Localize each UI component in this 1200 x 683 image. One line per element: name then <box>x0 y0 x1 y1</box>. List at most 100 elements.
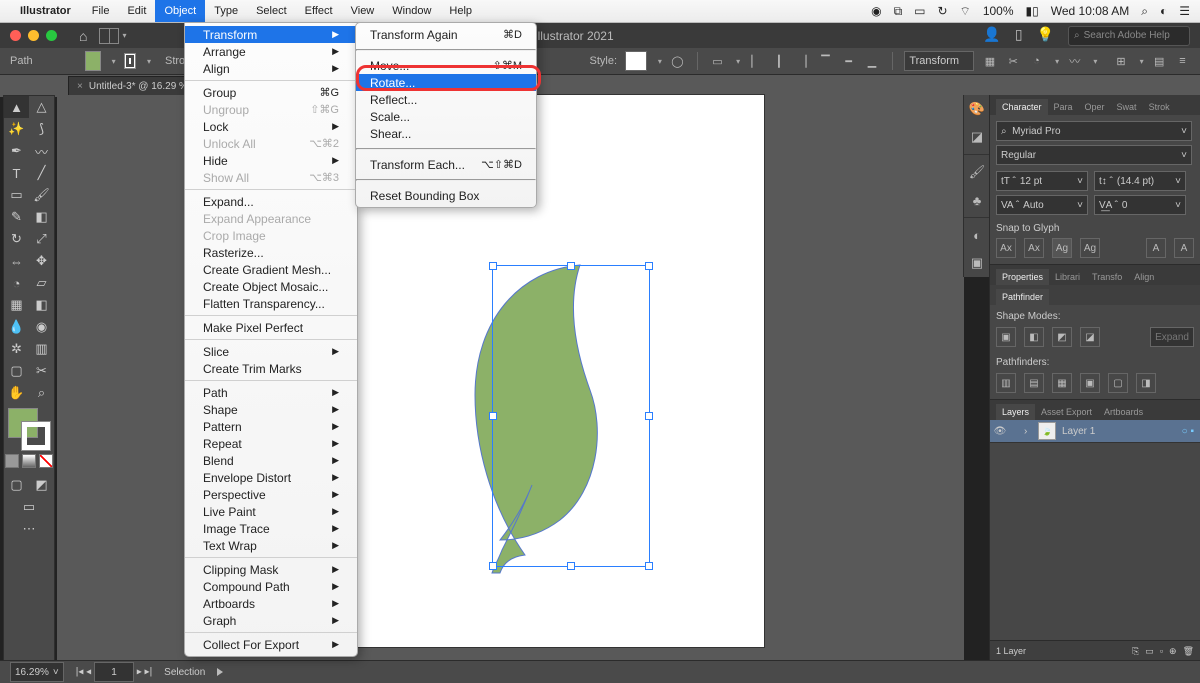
menu-effect[interactable]: Effect <box>296 0 342 22</box>
align-t-icon[interactable]: ▔ <box>818 51 833 71</box>
tab-character[interactable]: Character <box>996 99 1048 115</box>
color-mode-normal[interactable] <box>5 454 19 468</box>
tab-stroke[interactable]: Strok <box>1143 99 1176 115</box>
clock-label[interactable]: Wed 10:08 AM <box>1051 4 1130 18</box>
object-menu-item[interactable]: Shape▶ <box>185 401 357 418</box>
battery-icon[interactable]: ▮▯ <box>1026 4 1039 18</box>
width-tool[interactable]: ⇔ <box>4 250 29 272</box>
control-center-icon[interactable]: ☰ <box>1179 4 1190 18</box>
status-info[interactable]: Selection <box>164 667 205 678</box>
object-menu-item[interactable]: Transform▶ <box>185 26 357 43</box>
recolor-icon[interactable]: ◔ <box>1029 51 1044 71</box>
object-menu-item[interactable]: Blend▶ <box>185 452 357 469</box>
align-c-icon[interactable]: ┃ <box>771 51 786 71</box>
workspace-layout-button[interactable] <box>99 28 119 44</box>
clipping-mask-icon[interactable]: ▭ <box>1145 646 1154 657</box>
object-menu-item[interactable]: Compound Path▶ <box>185 578 357 595</box>
leading-input[interactable]: t↕ ˆ (14.4 pt)˅ <box>1094 171 1186 191</box>
stroke-color[interactable] <box>22 422 50 450</box>
object-menu-item[interactable]: Graph▶ <box>185 612 357 629</box>
crop-icon[interactable]: ✂ <box>1006 51 1021 71</box>
opacity-button[interactable]: ◯ <box>670 51 685 71</box>
appearance-icon[interactable]: ◐ <box>964 221 990 249</box>
intersect-button[interactable]: ◩ <box>1052 327 1072 347</box>
graph-tool[interactable]: ▥ <box>29 338 54 360</box>
magic-wand-tool[interactable]: ✨ <box>4 118 29 140</box>
transform-submenu-item[interactable]: Rotate... <box>356 74 536 91</box>
expand-layer-icon[interactable]: › <box>1024 426 1038 437</box>
handle-tm[interactable] <box>567 262 575 270</box>
dropbox-icon[interactable]: ⧉ <box>894 4 903 19</box>
layer-row[interactable]: 👁 › 🍃 Layer 1 ○ ▪ <box>990 420 1200 443</box>
draw-normal[interactable]: ▢ <box>4 474 29 496</box>
object-menu-item[interactable]: Text Wrap▶ <box>185 537 357 554</box>
tab-pathfinder[interactable]: Pathfinder <box>996 289 1049 305</box>
object-menu-item[interactable]: Image Trace▶ <box>185 520 357 537</box>
minimize-window-button[interactable] <box>28 30 39 41</box>
object-menu-item[interactable]: Arrange▶ <box>185 43 357 60</box>
close-tab-icon[interactable]: × <box>77 81 83 92</box>
tab-libraries[interactable]: Librari <box>1049 269 1086 285</box>
kerning-input[interactable]: VA ˆ Auto˅ <box>996 195 1088 215</box>
screen-mode[interactable]: ▭ <box>4 496 54 518</box>
close-window-button[interactable] <box>10 30 21 41</box>
object-menu-item[interactable]: Crop Image <box>185 227 357 244</box>
menu-help[interactable]: Help <box>440 0 481 22</box>
lasso-tool[interactable]: ⟆ <box>29 118 54 140</box>
selection-bounding-box[interactable] <box>492 265 650 567</box>
creative-cloud-icon[interactable]: ◉ <box>871 4 881 18</box>
trim-button[interactable]: ▤ <box>1024 373 1044 393</box>
transform-submenu-item[interactable]: Reset Bounding Box <box>356 187 536 204</box>
wifi-icon[interactable]: ⌔ <box>960 4 971 19</box>
artboard-tool[interactable]: ▢ <box>4 360 29 382</box>
glyph-btn-4[interactable]: Ag <box>1080 238 1100 258</box>
artboard-nav[interactable]: |◂ ◂ 1 ▸ ▸| <box>76 662 152 682</box>
font-size-input[interactable]: tT ˆ 12 pt˅ <box>996 171 1088 191</box>
object-menu-item[interactable]: Pattern▶ <box>185 418 357 435</box>
object-menu-item[interactable]: Expand Appearance <box>185 210 357 227</box>
paintbrush-tool[interactable]: 🖌 <box>29 184 54 206</box>
selection-tool[interactable]: ▲ <box>4 96 29 118</box>
glyph-btn-3[interactable]: Ag <box>1052 238 1072 258</box>
object-menu-item[interactable]: Hide▶ <box>185 152 357 169</box>
color-guide-icon[interactable]: ◪ <box>964 123 990 151</box>
layer-name[interactable]: Layer 1 <box>1062 426 1095 437</box>
perspective-tool[interactable]: ▱ <box>29 272 54 294</box>
object-menu-item[interactable]: Align▶ <box>185 60 357 77</box>
tab-layers[interactable]: Layers <box>996 404 1035 420</box>
font-style-input[interactable]: Regular˅ <box>996 145 1192 165</box>
object-menu-item[interactable]: Unlock All⌥⌘2 <box>185 135 357 152</box>
handle-tr[interactable] <box>645 262 653 270</box>
graphic-styles-icon[interactable]: ▣ <box>964 249 990 277</box>
object-menu-item[interactable]: Path▶ <box>185 384 357 401</box>
siri-icon[interactable]: ◐ <box>1160 4 1167 18</box>
delete-layer-icon[interactable]: 🗑 <box>1183 646 1194 657</box>
object-menu-item[interactable]: Ungroup⇧⌘G <box>185 101 357 118</box>
blend-tool[interactable]: ◉ <box>29 316 54 338</box>
app-name[interactable]: Illustrator <box>20 5 71 17</box>
locate-object-icon[interactable]: ⎘ <box>1132 646 1139 657</box>
object-menu-item[interactable]: Repeat▶ <box>185 435 357 452</box>
tab-align[interactable]: Align <box>1128 269 1160 285</box>
tab-artboards[interactable]: Artboards <box>1098 404 1149 420</box>
align-b-icon[interactable]: ▁ <box>864 51 879 71</box>
help-search-input[interactable]: ⌕ Search Adobe Help <box>1068 26 1190 46</box>
fill-stroke-control[interactable] <box>8 408 50 450</box>
menu-window[interactable]: Window <box>383 0 440 22</box>
layer-thumbnail[interactable]: 🍃 <box>1038 422 1056 440</box>
font-family-input[interactable]: ⌕ Myriad Pro˅ <box>996 121 1192 141</box>
object-menu-item[interactable]: Perspective▶ <box>185 486 357 503</box>
object-menu-item[interactable]: Slice▶ <box>185 343 357 360</box>
pixel-preview-icon[interactable]: ▤ <box>1152 51 1167 71</box>
handle-mr[interactable] <box>645 412 653 420</box>
menu-edit[interactable]: Edit <box>118 0 155 22</box>
tab-swatches[interactable]: Swat <box>1111 99 1143 115</box>
object-menu-item[interactable]: Show All⌥⌘3 <box>185 169 357 186</box>
transform-submenu-item[interactable]: Shear... <box>356 125 536 142</box>
free-transform-tool[interactable]: ✥ <box>29 250 54 272</box>
brushes-icon[interactable]: 🖌 <box>964 158 990 186</box>
line-tool[interactable]: ╱ <box>29 162 54 184</box>
color-mode-none[interactable] <box>39 454 53 468</box>
tab-paragraph[interactable]: Para <box>1048 99 1079 115</box>
menu-type[interactable]: Type <box>205 0 247 22</box>
